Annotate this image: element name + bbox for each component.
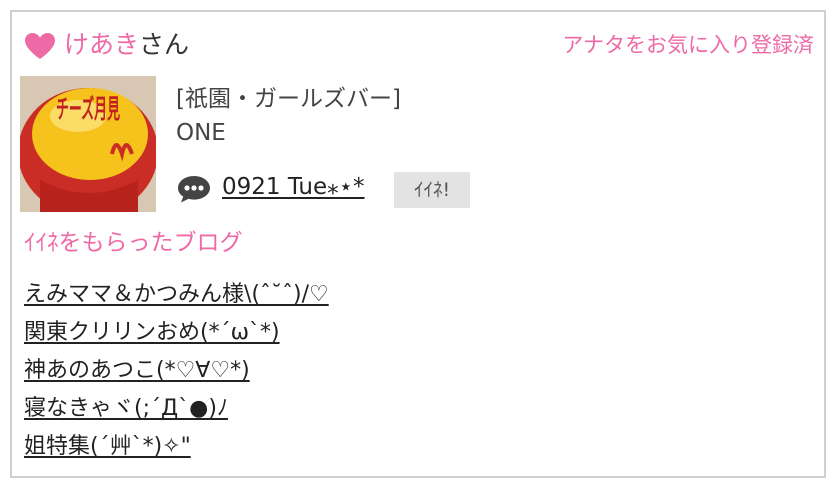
entry-thumbnail[interactable]: チーズ月見: [20, 76, 156, 212]
entry-title-link[interactable]: 0921 Tue⁎⋆*: [222, 170, 365, 204]
user-suffix: さん: [139, 30, 190, 59]
shop-category[interactable]: [祇園・ガールズバー]: [176, 82, 401, 116]
heart-icon: [24, 32, 56, 60]
girl-name[interactable]: ONE: [176, 116, 401, 150]
blog-link-3[interactable]: 神あのあつこ(*♡∀♡*): [24, 352, 329, 390]
iine-button[interactable]: ｲｲﾈ!: [394, 172, 470, 208]
user-name[interactable]: けあき: [64, 30, 139, 59]
user-label: けあきさん: [64, 28, 189, 62]
favorite-card: けあきさん アナタをお気に入り登録済 チーズ月見 [祇園・ガールズバー] ONE: [10, 10, 826, 478]
blog-link-1[interactable]: えみママ＆かつみん様\(ˆ˘ˆ)/♡: [24, 276, 329, 314]
thumbnail-text: チーズ月見: [56, 94, 120, 125]
blog-link-4[interactable]: 寝なきゃヾ(;´Д`●)ﾉ: [24, 390, 329, 428]
favorite-status: アナタをお気に入り登録済: [562, 33, 814, 57]
blog-link-5[interactable]: 姐特集(´艸`*)✧": [24, 428, 329, 466]
shop-info-block: チーズ月見 [祇園・ガールズバー] ONE 0921 Tue⁎⋆* ｲｲﾈ!: [20, 76, 810, 212]
speech-bubble-icon: [176, 174, 212, 204]
liked-blogs-heading: ｲｲﾈをもらったブログ: [24, 230, 243, 256]
blog-link-2[interactable]: 関東クリリンおめ(*´ω`*): [24, 314, 329, 352]
liked-blog-list: えみママ＆かつみん様\(ˆ˘ˆ)/♡ 関東クリリンおめ(*´ω`*) 神あのあつ…: [24, 276, 329, 466]
card-header: けあきさん アナタをお気に入り登録済: [24, 26, 814, 66]
shop-details: [祇園・ガールズバー] ONE: [176, 82, 401, 150]
